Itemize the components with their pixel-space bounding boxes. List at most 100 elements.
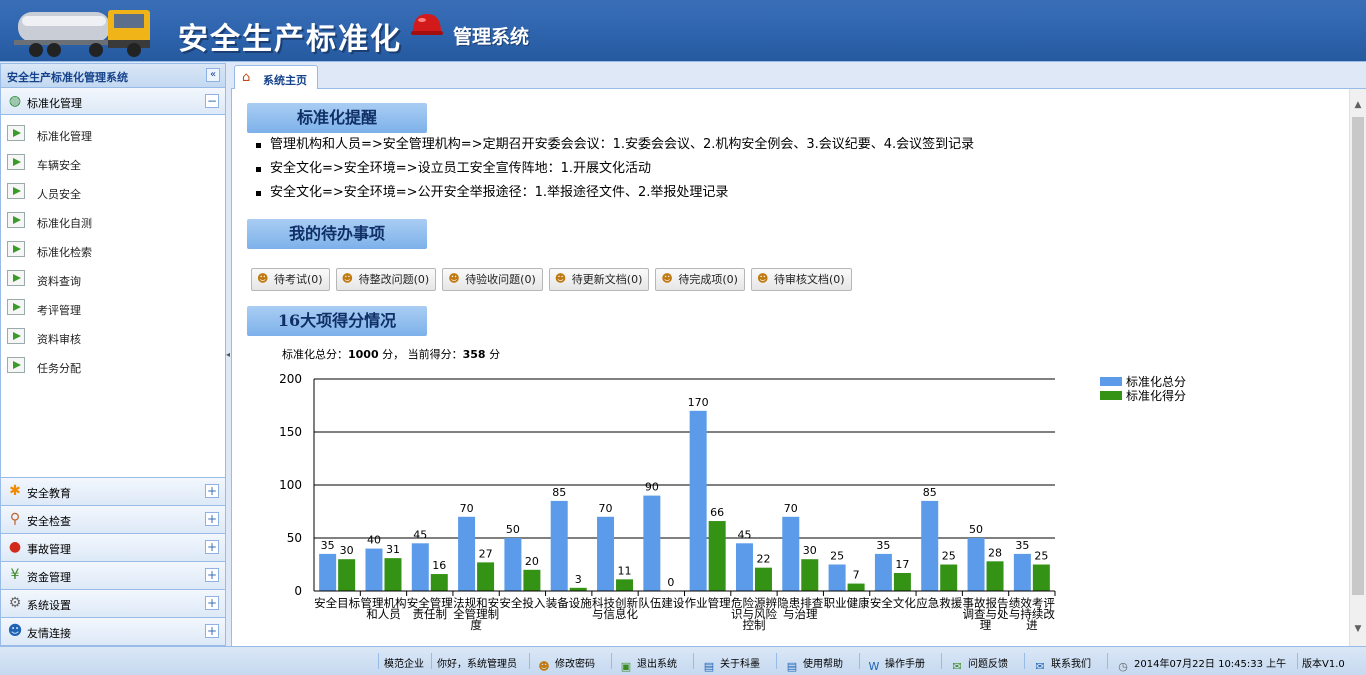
x-tick-label: 应急救援 — [916, 596, 962, 610]
data-label: 3 — [575, 573, 582, 586]
status-separator — [1024, 653, 1025, 669]
word-doc-icon: W — [868, 660, 880, 673]
globe-icon: ◍ — [8, 93, 22, 109]
status-separator — [941, 653, 942, 669]
info-window-icon: ▤ — [703, 660, 715, 673]
collapse-sidebar-button[interactable]: « — [206, 68, 220, 82]
scroll-down-arrow-icon[interactable]: ▼ — [1350, 621, 1366, 638]
main-content: 标准化提醒 管理机构和人员=>安全管理机构=>定期召开安委会会议：1.安委会会议… — [231, 89, 1366, 646]
arrow-right-icon — [7, 270, 25, 286]
alert-icon: ● — [8, 539, 22, 555]
sidebar-item-document-review[interactable]: 资料审核 — [1, 322, 225, 351]
sidebar-item-task-assignment[interactable]: 任务分配 — [1, 351, 225, 380]
user-icon: ☻ — [756, 272, 769, 285]
bar — [689, 410, 707, 591]
todo-button-bar: ☻ 待考试(0) ☻ 待整改问题(0) ☻ 待验收问题(0) ☻ 待更新文档(0) ☻ 待完成项(… — [251, 268, 858, 291]
sidebar-item-search[interactable]: 标准化检索 — [1, 235, 225, 264]
pending-review-docs-button[interactable]: ☻ 待审核文档(0) — [750, 268, 852, 291]
nav-group-friendly-links[interactable]: ☻ 友情连接 + — [1, 617, 225, 645]
change-password-link[interactable]: ☻ 修改密码 — [537, 655, 595, 673]
x-tick-label: 隐患排查与治理 — [777, 596, 823, 621]
pending-update-docs-button[interactable]: ☻ 待更新文档(0) — [548, 268, 650, 291]
nav-group-safety-education[interactable]: ✱ 安全教育 + — [1, 477, 225, 505]
sidebar-item-personnel-safety[interactable]: 人员安全 — [1, 177, 225, 206]
user-greeting: 你好，系统管理员 — [437, 659, 517, 670]
nav-group-accident-management[interactable]: ● 事故管理 + — [1, 533, 225, 561]
nav-group-standardization[interactable]: ◍ 标准化管理 − — [1, 88, 225, 115]
bar — [1013, 553, 1031, 591]
pending-exam-button[interactable]: ☻ 待考试(0) — [251, 268, 330, 291]
sidebar-item-self-test[interactable]: 标准化自测 — [1, 206, 225, 235]
bar — [921, 500, 939, 591]
sidebar-item-evaluation[interactable]: 考评管理 — [1, 293, 225, 322]
status-separator — [431, 653, 432, 669]
y-tick-label: 50 — [287, 531, 302, 545]
y-tick-label: 100 — [279, 478, 302, 492]
scores-section-title: 16大项得分情况 — [247, 306, 427, 336]
vertical-scrollbar[interactable]: ▲ ▼ — [1349, 89, 1366, 646]
x-tick-label: 事故报告调查与处理 — [963, 596, 1009, 632]
data-label: 85 — [923, 486, 937, 499]
tab-home[interactable]: ⌂ 系统主页 — [234, 65, 318, 89]
user-icon: ☻ — [554, 272, 567, 285]
contact-link[interactable]: ✉ 联系我们 — [1033, 655, 1091, 673]
pending-acceptance-button[interactable]: ☻ 待验收问题(0) — [442, 268, 543, 291]
bar — [384, 558, 402, 591]
pending-rectification-button[interactable]: ☻ 待整改问题(0) — [335, 268, 437, 291]
bar — [550, 500, 568, 591]
about-link[interactable]: ▤ 关于科墨 — [702, 655, 760, 673]
safety-helmet-icon — [411, 14, 443, 35]
user-icon: ☻ — [341, 272, 354, 285]
expand-group-button[interactable]: + — [205, 568, 219, 582]
data-label: 45 — [737, 528, 751, 541]
reminder-list: 管理机构和人员=>安全管理机构=>定期召开安委会会议：1.安委会会议、2.机构安… — [254, 135, 974, 207]
bar — [1032, 564, 1050, 591]
arrow-right-icon — [7, 154, 25, 170]
data-label: 27 — [479, 547, 493, 560]
nav-group-safety-inspection[interactable]: ⚲ 安全检查 + — [1, 505, 225, 533]
tab-bar: ⌂ 系统主页 — [231, 63, 1366, 89]
bar — [874, 553, 892, 591]
sidebar-item-document-query[interactable]: 资料查询 — [1, 264, 225, 293]
status-separator — [611, 653, 612, 669]
manual-link[interactable]: W 操作手册 — [867, 655, 925, 673]
legend-label: 标准化总分 — [1126, 375, 1186, 389]
sidebar-item-standardization-management[interactable]: 标准化管理 — [1, 119, 225, 148]
expand-group-button[interactable]: + — [205, 624, 219, 638]
feedback-link[interactable]: ✉ 问题反馈 — [950, 655, 1008, 673]
data-label: 30 — [803, 544, 817, 557]
expand-group-button[interactable]: + — [205, 540, 219, 554]
arrow-right-icon — [7, 328, 25, 344]
nav-group-list: ✱ 安全教育 + ⚲ 安全检查 + ● 事故管理 + ¥ 资金管理 + ⚙ 系统设置 + ☻ 友情连接… — [1, 477, 225, 645]
help-link[interactable]: ▤ 使用帮助 — [785, 655, 843, 673]
app-subtitle: 管理系统 — [453, 26, 530, 48]
bar — [338, 559, 356, 591]
expand-group-button[interactable]: + — [205, 596, 219, 610]
nav-group-system-settings[interactable]: ⚙ 系统设置 + — [1, 589, 225, 617]
data-label: 16 — [432, 559, 446, 572]
collapse-arrow-icon: ◂ — [226, 350, 231, 359]
x-tick-label: 科技创新与信息化 — [592, 596, 638, 621]
scrollbar-thumb[interactable] — [1352, 117, 1364, 595]
legend-swatch — [1100, 391, 1122, 400]
arrow-right-icon — [7, 357, 25, 373]
bar — [504, 538, 522, 591]
data-label: 28 — [988, 546, 1002, 559]
scroll-up-arrow-icon[interactable]: ▲ — [1350, 97, 1366, 114]
collapse-group-button[interactable]: − — [205, 94, 219, 108]
reminder-item: 安全文化=>安全环境=>公开安全举报途径：1.举报途径文件、2.举报处理记录 — [254, 183, 974, 207]
pending-completion-button[interactable]: ☻ 待完成项(0) — [655, 268, 745, 291]
company-name: 模范企业 — [384, 659, 424, 670]
expand-group-button[interactable]: + — [205, 512, 219, 526]
nav-group-label: 标准化管理 — [27, 97, 82, 110]
bar — [754, 567, 772, 591]
expand-group-button[interactable]: + — [205, 484, 219, 498]
bar — [708, 521, 726, 591]
x-tick-label: 作业管理 — [685, 596, 731, 610]
logout-link[interactable]: ▣ 退出系统 — [619, 655, 677, 673]
bar — [365, 548, 383, 591]
x-tick-label: 安全管理责任制 — [407, 596, 453, 621]
nav-group-fund-management[interactable]: ¥ 资金管理 + — [1, 561, 225, 589]
sidebar-item-vehicle-safety[interactable]: 车辆安全 — [1, 148, 225, 177]
bar — [616, 579, 634, 591]
